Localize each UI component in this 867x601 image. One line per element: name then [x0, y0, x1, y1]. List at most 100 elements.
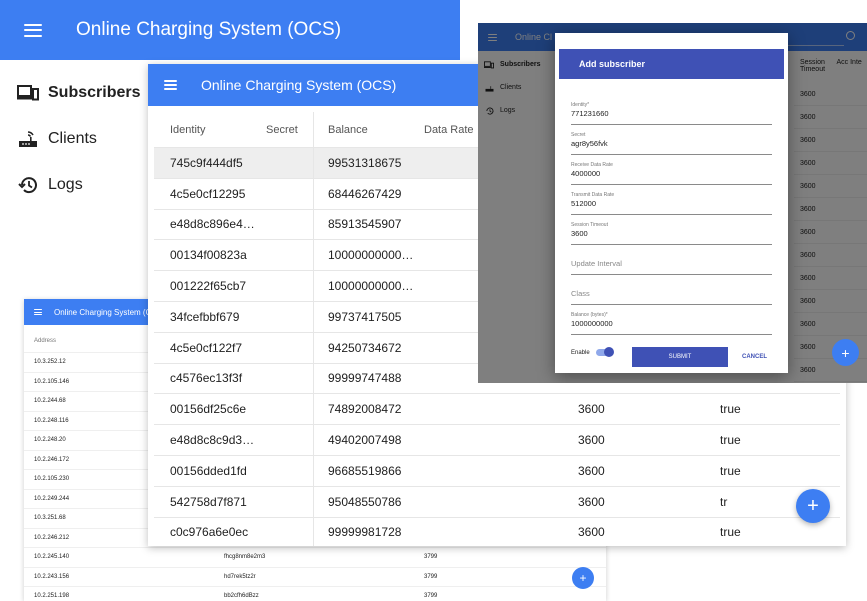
cell-secret	[254, 271, 314, 301]
cell-balance: 68446267429	[328, 186, 402, 201]
column-header-identity[interactable]: Identity	[154, 124, 254, 136]
cell-balance: 96685519866	[328, 463, 402, 478]
cell-session-timeout: 3600	[578, 402, 605, 417]
cell-timeout: 3799	[424, 554, 438, 561]
cell-session-timeout: 3600	[578, 433, 605, 448]
add-subscriber-window: Online Cl Subscribers Clients Logs Sessi…	[478, 23, 867, 383]
cell-identity: 001222f65cb7	[170, 279, 247, 294]
field-label: Secret	[571, 132, 586, 138]
cell-secret	[254, 209, 314, 240]
cell-secret	[254, 240, 314, 271]
cell-secret: bb2cfh6dBzz	[224, 593, 259, 600]
cell-identity: 4c5e0cf122f7	[170, 340, 243, 355]
form-field[interactable]: Update Interval	[571, 245, 772, 275]
cell-secret: hd7rek5tz2r	[224, 573, 256, 580]
form-field[interactable]: Balance (bytes)* 1000000000	[571, 305, 772, 335]
table-row[interactable]: 10.2.251.198 bb2cfh6dBzz 3799	[24, 587, 606, 601]
cell-address: 10.2.243.156	[34, 573, 70, 580]
field-label: Session Timeout	[571, 222, 608, 228]
cell-secret	[254, 486, 314, 517]
field-label: Balance (bytes)*	[571, 312, 608, 318]
dialog-actions: SUBMIT CANCEL	[632, 347, 767, 367]
sidebar-item-label: Logs	[48, 176, 83, 193]
menu-icon[interactable]	[34, 309, 42, 315]
table-row[interactable]: 542758d7f871 95048550786 3600 tr	[154, 486, 840, 518]
cell-balance: 10000000000…	[328, 248, 414, 263]
menu-icon[interactable]	[164, 80, 177, 90]
cell-identity: e48d8c896e4…	[170, 217, 255, 232]
cell-identity: c4576ec13f3f	[170, 371, 243, 386]
cell-session-timeout: 3600	[578, 494, 605, 509]
add-client-button[interactable]: +	[572, 567, 594, 589]
cell-enabled: true	[720, 433, 741, 448]
field-value: 1000000000	[571, 319, 613, 328]
sidebar-item-subscribers[interactable]: Subscribers	[0, 70, 150, 116]
menu-icon[interactable]	[24, 23, 42, 37]
cell-session-timeout: 3600	[578, 463, 605, 478]
cell-secret	[254, 301, 314, 332]
cell-enabled: true	[720, 402, 741, 417]
enable-toggle[interactable]	[595, 347, 614, 357]
cell-balance: 94250734672	[328, 340, 402, 355]
enable-label: Enable	[571, 349, 590, 356]
cell-balance: 99531318675	[328, 155, 402, 170]
cell-secret	[254, 332, 314, 363]
app-title: Online Charging System (C	[54, 307, 152, 317]
form-field[interactable]: Transmit Data Rate 512000	[571, 185, 772, 215]
cell-balance: 95048550786	[328, 494, 402, 509]
cell-timeout: 3799	[424, 593, 438, 600]
sidebar-item-clients[interactable]: Clients	[0, 116, 150, 162]
cell-identity: 4c5e0cf12295	[170, 186, 246, 201]
cell-secret	[254, 178, 314, 209]
table-row[interactable]: 00156df25c6e 74892008472 3600 true	[154, 394, 840, 426]
add-subscriber-dialog: Add subscriber Identity* 771231660 Secret a…	[555, 33, 788, 373]
form-field[interactable]: Receive Data Rate 4000000	[571, 155, 772, 185]
form-field[interactable]: Secret agr8y56fvk	[571, 125, 772, 155]
field-value: 771231660	[571, 109, 609, 118]
add-subscriber-button[interactable]: +	[832, 339, 859, 366]
cell-identity: 00134f00823a	[170, 248, 247, 263]
cell-identity: 00156dded1fd	[170, 463, 247, 478]
field-value: agr8y56fvk	[571, 139, 608, 148]
sidebar-nav: Subscribers Clients Logs	[0, 60, 150, 208]
form-field[interactable]: Session Timeout 3600	[571, 215, 772, 245]
cell-identity: 34fcefbbf679	[170, 309, 240, 324]
form-field[interactable]: Class	[571, 275, 772, 305]
field-placeholder: Class	[571, 289, 590, 298]
cell-secret	[254, 394, 314, 425]
table-row[interactable]: e48d8c8c9d3… 49402007498 3600 true	[154, 425, 840, 456]
field-value: 3600	[571, 229, 588, 238]
table-row[interactable]: c0c976a6e0ec 99999981728 3600 true	[154, 517, 840, 546]
cell-address: 10.2.251.198	[34, 593, 70, 600]
column-header-balance[interactable]: Balance	[314, 124, 424, 136]
dialog-title: Add subscriber	[559, 49, 784, 79]
cell-secret	[254, 363, 314, 394]
add-subscriber-button[interactable]: +	[796, 489, 830, 523]
submit-button[interactable]: SUBMIT	[632, 347, 728, 367]
sidebar-item-logs[interactable]: Logs	[0, 162, 150, 208]
cell-balance: 10000000000…	[328, 279, 414, 294]
devices-icon	[16, 85, 40, 101]
field-label: Identity*	[571, 102, 590, 108]
table-row[interactable]: 10.2.243.156 hd7rek5tz2r 3799	[24, 568, 606, 587]
cancel-button[interactable]: CANCEL	[742, 354, 767, 360]
table-row[interactable]: 10.2.245.140 fhcg8nm8e2m3 3799	[24, 548, 606, 568]
field-value: 512000	[571, 199, 597, 208]
table-row[interactable]: 00156dded1fd 96685519866 3600 true	[154, 455, 840, 487]
cell-identity: c0c976a6e0ec	[170, 525, 249, 540]
field-label: Receive Data Rate	[571, 162, 613, 168]
form-field[interactable]: Identity* 771231660	[571, 95, 772, 125]
cell-identity: 00156df25c6e	[170, 402, 247, 417]
cell-session-timeout: 3600	[578, 525, 605, 540]
cell-secret	[254, 425, 314, 455]
field-placeholder: Update Interval	[571, 259, 622, 268]
field-value: 4000000	[571, 169, 601, 178]
cell-identity: e48d8c8c9d3…	[170, 433, 255, 448]
toggle-knob	[603, 347, 614, 357]
column-header-secret[interactable]: Secret	[254, 112, 314, 147]
field-label: Transmit Data Rate	[571, 192, 615, 198]
app-title: Online Charging System (OCS)	[76, 19, 342, 40]
sidebar-item-label: Clients	[48, 130, 97, 147]
cell-secret	[254, 148, 314, 178]
cell-balance: 49402007498	[328, 433, 402, 448]
